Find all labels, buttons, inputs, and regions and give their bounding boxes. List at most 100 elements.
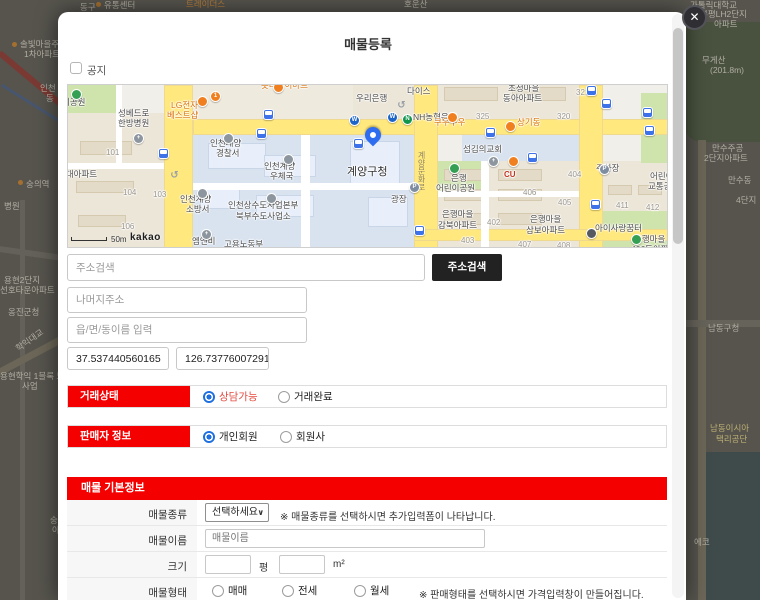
seller-radio-company[interactable] [280,431,292,443]
map-road [193,183,414,190]
background-map-label: 2단지아파트 [704,154,748,163]
background-map-label: 남동이시아 [710,424,749,433]
background-map-label: 용현학익 1블록 도 [0,372,64,381]
map-poi-icon: W [387,112,398,123]
background-road [20,200,25,600]
property-type-select-value: 선택하세요 [212,507,258,518]
notice-checkbox-label: 공지 [87,63,106,78]
map-poi-icon [508,156,519,167]
size-sqm-input[interactable] [279,555,325,574]
map-block-number: 104 [123,189,136,197]
kakao-map[interactable]: 리공원성베드로한방병원롯데하이마트LG전자베스트샵다이스우리은행NH농협은행쿠우… [67,84,668,248]
map-road [301,135,310,248]
map-poi-icon [505,121,516,132]
modal-scrollbar-track[interactable] [672,14,684,598]
map-poi-icon: P [409,182,420,193]
form-radio-jeonse[interactable] [282,585,294,597]
map-poi-icon [197,188,208,199]
latitude-input[interactable] [67,347,169,370]
background-map-label: 1차아파트 [24,50,60,59]
background-map-label: 4단지 [736,196,756,205]
size-pyeong-input[interactable] [205,555,251,574]
bus-stop-icon [263,109,274,120]
map-poi-icon: 1 [210,91,221,102]
background-poi-dot [96,2,101,7]
form-radio-monthly[interactable] [354,585,366,597]
bus-stop-icon [414,225,425,236]
size-row: 크기 평 m² [67,552,667,578]
address-search-input[interactable] [67,254,425,281]
property-type-select[interactable]: 선택하세요 ∨ [205,503,269,522]
modal-scrollbar-thumb[interactable] [673,28,683,244]
seller-radio-individual-label: 개인회원 [219,432,258,443]
map-building [608,185,632,195]
longitude-input[interactable] [176,347,269,370]
map-label: 경찰서 [216,149,239,158]
status-radio-completed[interactable] [278,391,290,403]
status-radio-available-label: 상담가능 [219,392,258,403]
map-poi-icon: P [599,164,610,175]
map-label: 베스트샵 [167,111,198,120]
status-radio-available[interactable] [203,391,215,403]
background-map-label: 만수동 [728,176,751,185]
address-rest-input[interactable] [67,287,307,313]
map-block-number: 325 [476,113,489,121]
background-map-label: 솔빛마을주 [20,40,59,49]
map-label: 어린이 [650,172,668,181]
dong-name-input[interactable] [67,317,307,343]
bus-stop-icon [527,152,538,163]
kakao-logo[interactable]: kakao [130,232,161,243]
map-poi-icon: + [133,133,144,144]
background-map-label: 유통센터 [104,1,135,10]
map-label: 초정마을 [508,84,539,93]
map-road [481,161,489,248]
map-block-number: 103 [153,191,166,199]
property-type-row: 매물종류 선택하세요 ∨ ※ 매물종류를 선택하시면 추가입력폼이 나타납니다. [67,500,667,526]
map-building [78,215,126,227]
address-search-button[interactable]: 주소검색 [432,254,502,281]
seller-info-label: 판매자 정보 [68,426,190,447]
transaction-status-row: 거래상태 상담가능 거래완료 [67,385,667,408]
status-radio-completed-label: 거래완료 [294,392,333,403]
map-label: 은행마을 [442,210,473,219]
transaction-status-label: 거래상태 [68,386,190,407]
seller-radio-company-label: 회원사 [296,432,325,443]
map-poi-icon [197,96,208,107]
map-block-number: 406 [523,189,536,197]
notice-checkbox[interactable] [70,62,82,74]
map-building [444,87,498,101]
map-poi-icon: + [201,229,212,240]
map-block-number: 412 [646,204,659,212]
background-map-label: 사업 [22,382,38,391]
basic-info-table: 매물종류 선택하세요 ∨ ※ 매물종류를 선택하시면 추가입력폼이 나타납니다.… [67,500,667,600]
map-label: 소방서 [186,205,209,214]
map-block-number: 411 [616,202,629,210]
property-form-note: ※ 판매형태를 선택하시면 가격입력창이 만들어집니다. [419,586,644,600]
map-label: 은행마을 [530,215,561,224]
map-poi-icon [283,154,294,165]
map-label: CU [504,171,516,179]
map-label: 계양구청 [347,167,387,178]
background-map-label: 옹진군청 [8,308,39,317]
background-map-label: 인천 [40,84,56,93]
map-label: 상기동 [517,118,540,127]
bus-stop-icon [644,125,655,136]
bus-stop-icon [590,199,601,210]
size-label: 크기 [67,552,197,577]
background-map-label: 트레이더스 [186,0,225,9]
map-label: 인천상수도사업본부 [228,201,298,210]
background-poi-dot [18,180,23,185]
size-unit-pyeong: 평 [259,559,268,574]
map-poi-icon [449,163,460,174]
form-radio-sale[interactable] [212,585,224,597]
map-label: 406동아파 [631,245,668,248]
form-radio-jeonse-label: 전세 [298,586,317,597]
basic-info-section-header: 매물 기본정보 [67,477,667,500]
background-water [700,452,760,600]
close-icon[interactable]: ✕ [682,5,707,30]
seller-info-row: 판매자 정보 개인회원 회원사 [67,425,667,448]
property-name-input[interactable] [205,529,485,548]
background-map-label: 용현2단지 [4,276,40,285]
seller-radio-individual[interactable] [203,431,215,443]
map-scale-label: 50m [111,235,127,244]
